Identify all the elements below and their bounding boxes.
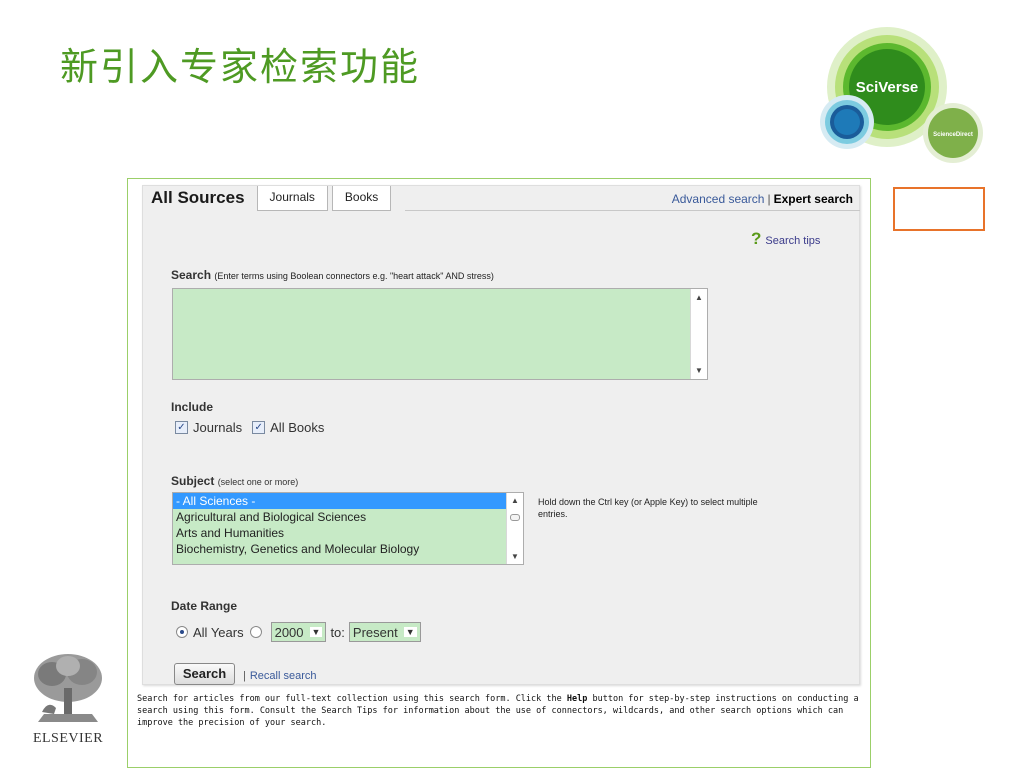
from-year-value: 2000 [274,624,304,640]
recall-separator: | [243,670,246,682]
scroll-up-icon[interactable]: ▲ [695,293,703,302]
recall-search-link[interactable]: Recall search [250,670,317,682]
search-tips-link[interactable]: Search tips [765,235,820,247]
subject-option[interactable]: - All Sciences - [173,493,506,509]
include-label: Include [171,400,214,414]
search-label: Search (Enter terms using Boolean connec… [171,268,494,282]
sciverse-logo: SciVerse ScienceDirect [815,25,995,170]
search-tips[interactable]: ? Search tips [751,229,820,249]
advanced-search-link[interactable]: Advanced search [672,192,765,206]
dropdown-arrow-icon: ▼ [309,627,323,637]
include-books-label: All Books [270,420,325,435]
elsevier-logo: ELSEVIER [12,652,124,752]
subject-option[interactable]: Arts and Humanities [173,525,523,541]
expert-query-textarea[interactable]: ▲ ▼ [172,288,708,380]
date-range-controls: All Years 2000 ▼ to: Present ▼ [176,622,425,642]
recall-search: | Recall search [243,670,317,682]
date-range-label: Date Range [171,599,238,613]
help-word: Help [566,694,588,704]
form-instructions: Search for articles from our full-text c… [137,693,867,729]
tab-books[interactable]: Books [331,186,392,211]
include-books-checkbox[interactable]: ✓ All Books [252,420,324,435]
subject-listbox[interactable]: - All Sciences - Agricultural and Biolog… [172,492,524,565]
expert-search-highlight [893,187,985,231]
all-years-radio[interactable] [176,626,188,638]
logo-main-text: SciVerse [856,79,919,96]
tab-journals[interactable]: Journals [256,186,328,211]
elsevier-tree-icon [34,654,102,722]
tab-divider [405,210,860,211]
logo-sub-text: ScienceDirect [933,132,973,138]
from-year-select[interactable]: 2000 ▼ [270,622,327,642]
dropdown-arrow-icon: ▼ [403,627,417,637]
query-scrollbar[interactable]: ▲ ▼ [690,289,707,379]
subject-scrollbar[interactable]: ▲ ▼ [506,493,523,564]
subject-hint: (select one or more) [217,477,299,487]
all-years-label: All Years [193,624,244,640]
scroll-up-icon[interactable]: ▲ [511,496,519,505]
include-options: ✓ Journals ✓ All Books [175,420,334,435]
include-journals-label: Journals [193,420,243,435]
include-journals-checkbox[interactable]: ✓ Journals [175,420,242,435]
to-year-select[interactable]: Present ▼ [348,622,421,642]
tab-all-sources[interactable]: All Sources [143,186,253,211]
help-question-icon: ? [751,229,762,248]
slide-title: 新引入专家检索功能 [60,45,421,89]
search-panel: All Sources Journals Books Advanced sear… [127,178,985,768]
instructions-part1: Search for articles from our full-text c… [137,694,567,704]
subject-label: Subject (select one or more) [171,474,298,488]
to-label: to: [330,624,345,640]
scroll-down-icon[interactable]: ▼ [511,552,519,561]
source-tabs: All Sources Journals Books [143,186,395,211]
mode-separator: | [767,192,771,206]
to-year-value: Present [352,624,398,640]
subject-label-text: Subject [171,474,215,488]
subject-help-text: Hold down the Ctrl key (or Apple Key) to… [538,497,758,519]
search-mode-links: Advanced search | Expert search [672,192,853,206]
search-button[interactable]: Search [174,663,235,685]
year-range-radio[interactable] [249,626,262,638]
subject-option[interactable]: Agricultural and Biological Sciences [173,509,523,525]
search-label-text: Search [171,268,212,282]
search-form: All Sources Journals Books Advanced sear… [142,185,985,685]
checkmark-icon[interactable]: ✓ [175,421,188,434]
subject-option[interactable]: Biochemistry, Genetics and Molecular Bio… [173,541,523,557]
expert-search-link[interactable]: Expert search [774,192,853,206]
checkmark-icon[interactable]: ✓ [252,421,266,434]
scroll-down-icon[interactable]: ▼ [695,366,703,375]
scroll-thumb[interactable] [510,514,520,521]
elsevier-wordmark: ELSEVIER [32,731,104,746]
search-hint: (Enter terms using Boolean connectors e.… [214,271,494,281]
